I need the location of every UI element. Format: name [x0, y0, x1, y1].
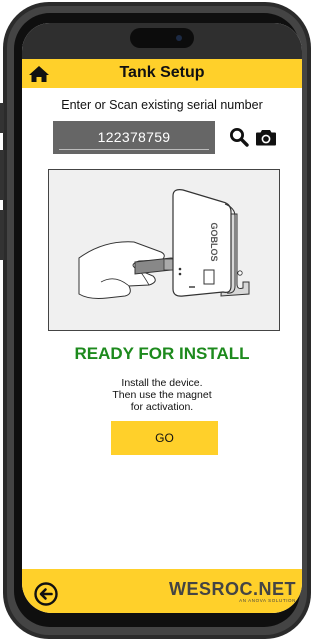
device-illustration: GOBLOS	[48, 169, 280, 331]
brand-name: WESROC.NET	[168, 579, 296, 599]
status-title: READY FOR INSTALL	[74, 344, 250, 363]
camera-icon[interactable]	[256, 129, 276, 146]
back-arrow-icon[interactable]	[34, 582, 58, 606]
instruction-line-1: Install the device.	[121, 377, 203, 389]
page-title: Tank Setup	[119, 64, 205, 81]
device-brand-label: GOBLOS	[209, 222, 219, 261]
instruction-line-3: for activation.	[130, 401, 194, 413]
camera-notch	[130, 28, 194, 48]
status-bar	[22, 23, 302, 59]
serial-prompt: Enter or Scan existing serial number	[61, 98, 263, 112]
front-camera-icon	[176, 35, 182, 41]
search-icon[interactable]	[229, 127, 249, 147]
serial-number-value[interactable]: 122378759	[53, 129, 215, 145]
go-button[interactable]: GO	[111, 421, 218, 455]
app-header: Tank Setup	[22, 59, 302, 88]
svg-text:GOBLOS: GOBLOS	[209, 222, 219, 261]
serial-number-input[interactable]: 122378759	[53, 121, 215, 154]
brand-logo: WESROC.NET AN ANOVA SOLUTION	[169, 579, 296, 603]
instruction-line-2: Then use the magnet	[112, 389, 212, 401]
input-underline	[59, 149, 209, 150]
app-footer: WESROC.NET AN ANOVA SOLUTION	[22, 569, 302, 613]
app-screen: Tank Setup Enter or Scan existing serial…	[22, 23, 302, 613]
home-icon[interactable]	[28, 64, 50, 84]
